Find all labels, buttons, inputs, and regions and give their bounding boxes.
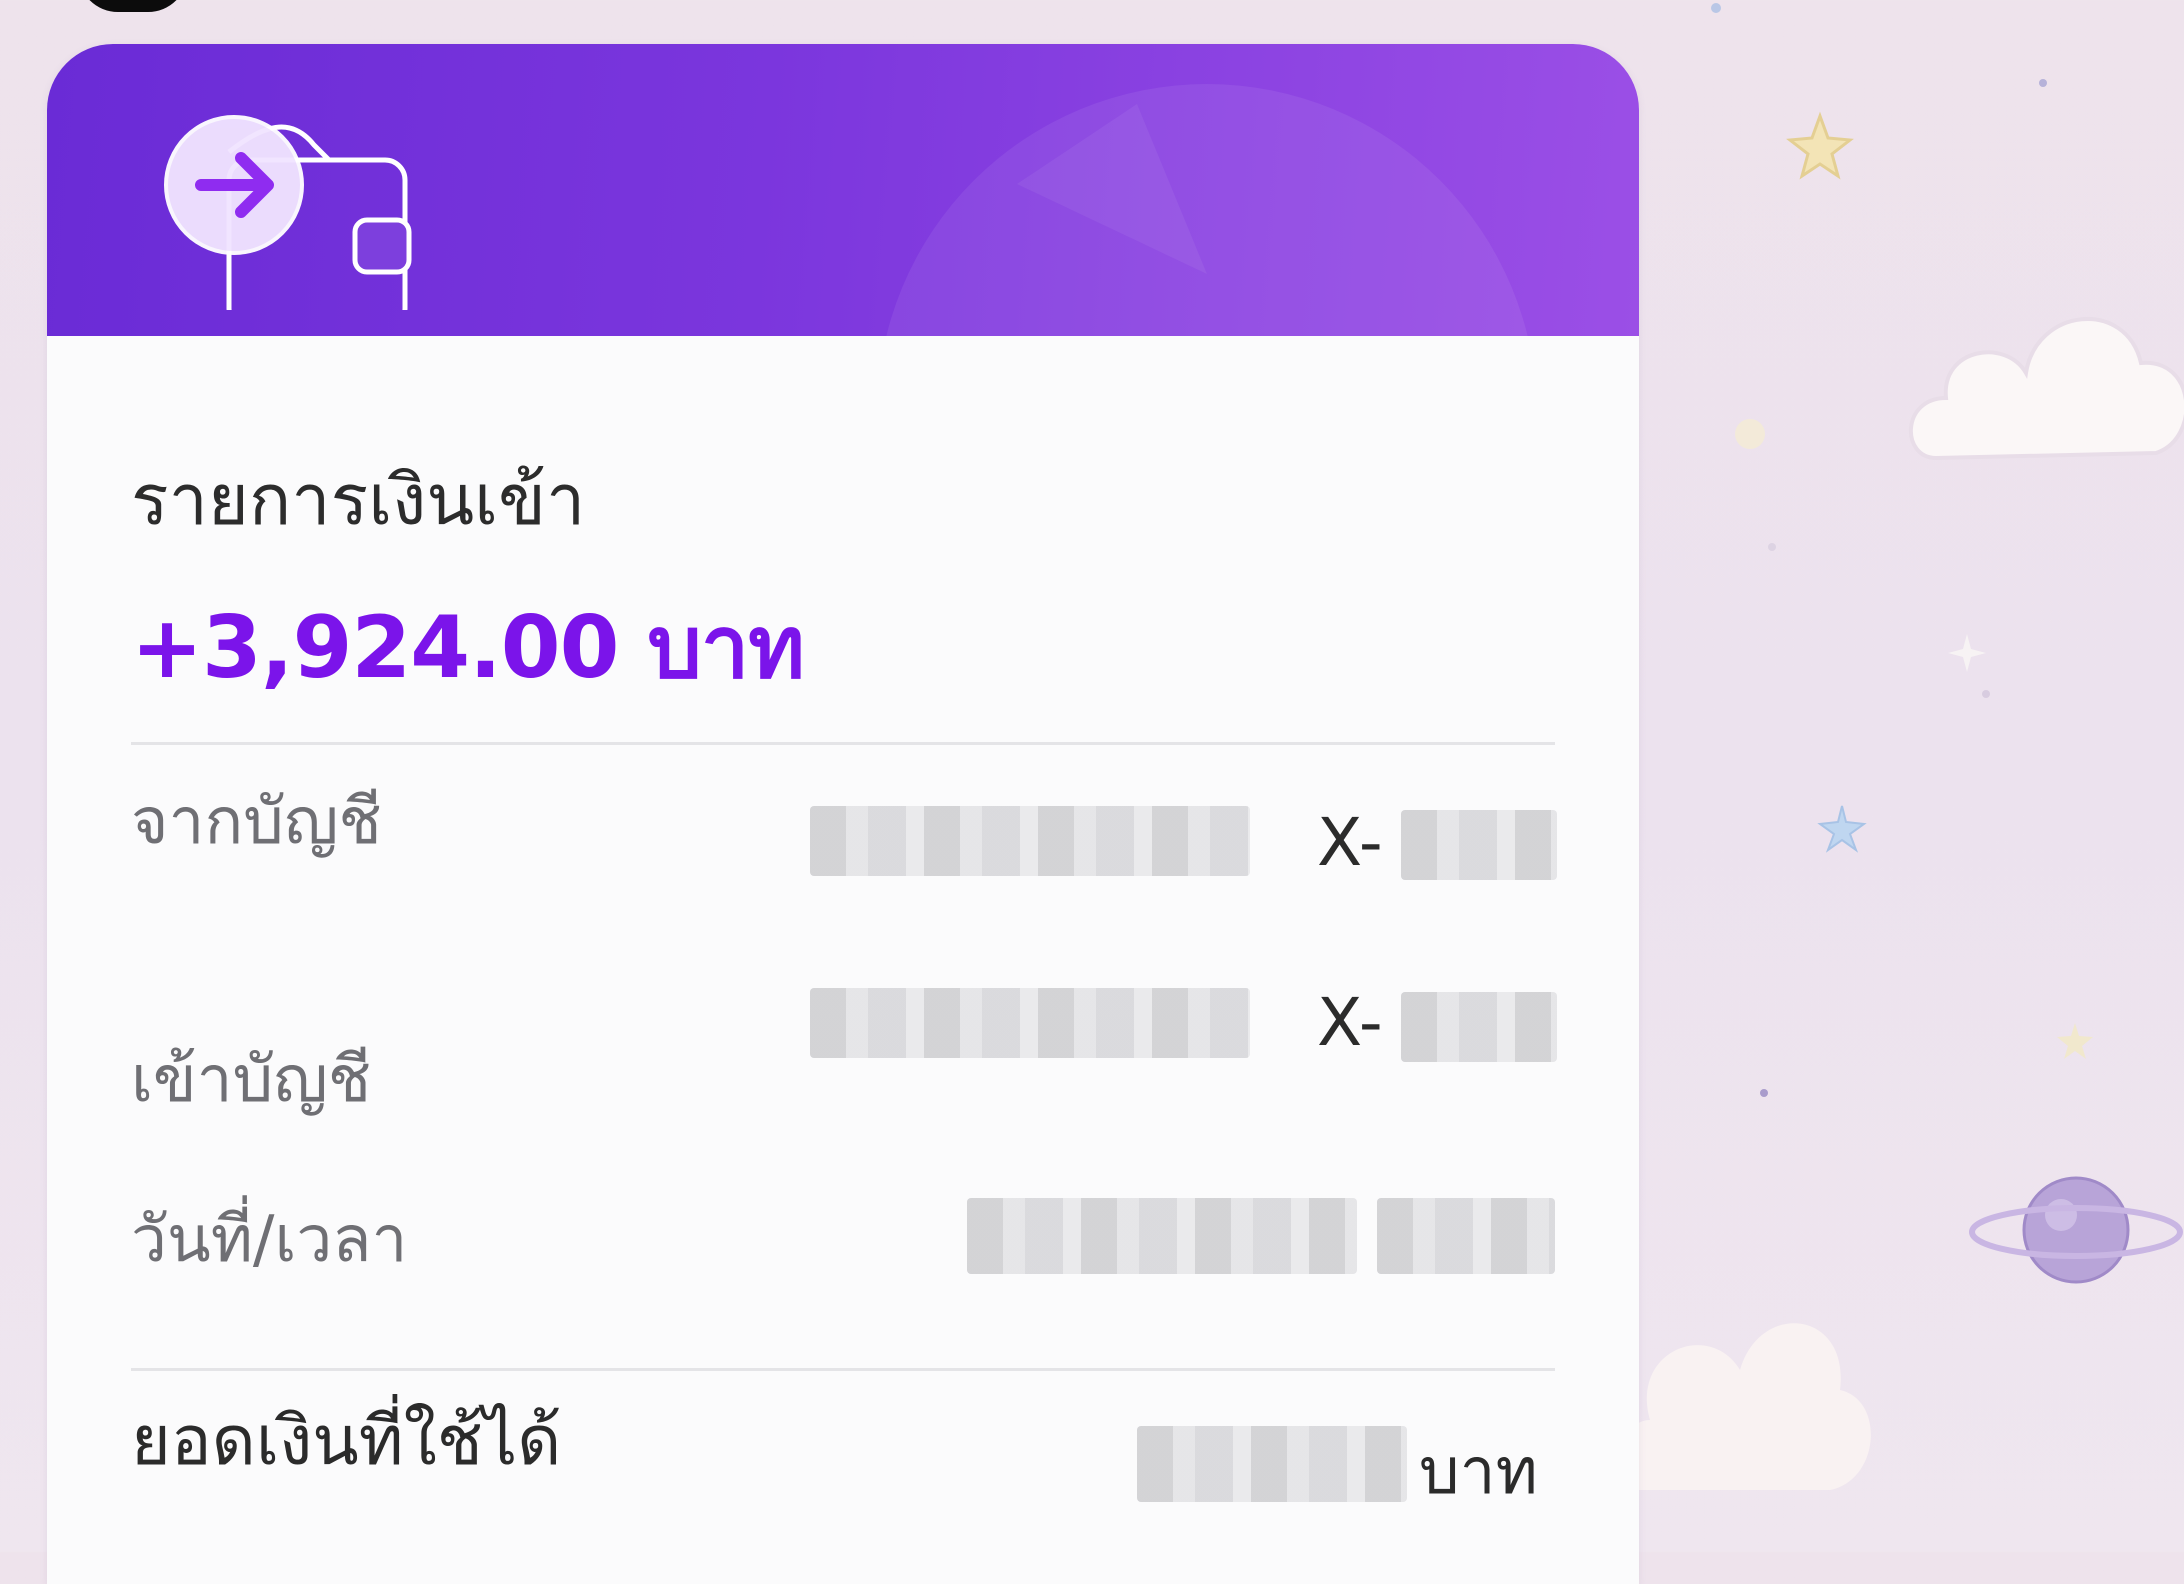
from-account-number-redacted — [1401, 810, 1557, 880]
cloud-icon — [1615, 1323, 1871, 1490]
transaction-card: รายการเงินเข้า +3,924.00 บาท จากบัญชี X-… — [47, 44, 1639, 1584]
card-body: รายการเงินเข้า +3,924.00 บาท จากบัญชี X-… — [47, 336, 1639, 1584]
available-balance-unit: บาท — [1419, 1435, 1538, 1509]
to-account-prefix: X- — [1317, 984, 1383, 1061]
star-icon — [2057, 1023, 2093, 1059]
watermark-icon — [886, 84, 1528, 336]
from-account-label: จากบัญชี — [131, 785, 382, 859]
cloud-icon — [1909, 316, 2184, 461]
star-icon — [1948, 634, 1986, 672]
from-account-name-redacted — [810, 806, 1250, 876]
datetime-time-redacted — [1377, 1198, 1555, 1274]
available-balance-label: ยอดเงินที่ใช้ได้ — [131, 1402, 562, 1481]
sparkle-icon — [1982, 690, 1990, 698]
wallet-arrow-in-icon — [164, 115, 412, 310]
to-account-name-redacted — [810, 988, 1250, 1058]
avatar — [78, 0, 188, 12]
from-account-prefix: X- — [1317, 804, 1383, 881]
sparkle-icon — [1735, 419, 1765, 449]
divider — [131, 742, 1555, 745]
card-header — [47, 44, 1639, 336]
sparkle-icon — [2039, 79, 2047, 87]
sparkle-icon — [1711, 3, 1721, 13]
sparkle-icon — [1768, 543, 1776, 551]
planet-icon — [1969, 1176, 2183, 1284]
divider — [131, 1368, 1555, 1371]
star-icon — [1817, 805, 1867, 853]
transaction-title: รายการเงินเข้า — [131, 459, 586, 541]
sparkle-icon — [1760, 1089, 1768, 1097]
datetime-label: วันที่/เวลา — [131, 1203, 408, 1277]
datetime-value-redacted — [967, 1198, 1357, 1274]
star-icon — [1786, 111, 1854, 180]
to-account-number-redacted — [1401, 992, 1557, 1062]
transaction-amount: +3,924.00 บาท — [131, 598, 805, 698]
to-account-label: เข้าบัญชี — [131, 1043, 372, 1117]
available-balance-redacted — [1137, 1426, 1407, 1502]
